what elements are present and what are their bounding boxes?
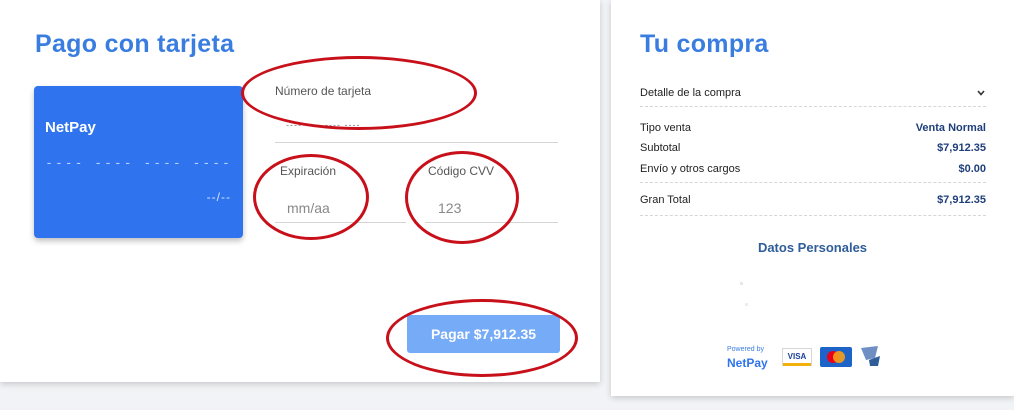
divider bbox=[640, 215, 986, 216]
card-number-input[interactable]: ---- ---- ---- ---- bbox=[286, 120, 360, 130]
chevron-down-icon[interactable] bbox=[976, 88, 986, 98]
row-sale-type: Tipo venta Venta Normal bbox=[640, 122, 986, 134]
expiry-input[interactable]: mm/aa bbox=[287, 200, 330, 216]
credit-card-preview: NetPay ---- ---- ---- ---- --/-- bbox=[34, 86, 243, 238]
expiry-underline bbox=[275, 222, 406, 223]
personal-data-title: Datos Personales bbox=[757, 240, 868, 255]
card-number-label: Número de tarjeta bbox=[275, 84, 372, 98]
faint-mark bbox=[740, 282, 743, 285]
card-number-underline bbox=[275, 142, 558, 143]
card-brand: NetPay bbox=[45, 119, 96, 136]
row-value: $7,912.35 bbox=[937, 194, 986, 206]
pci-logo bbox=[861, 346, 880, 366]
faint-mark bbox=[745, 303, 748, 306]
summary-title: Tu compra bbox=[640, 30, 769, 58]
row-subtotal: Subtotal $7,912.35 bbox=[640, 142, 986, 154]
payment-title: Pago con tarjeta bbox=[35, 30, 235, 58]
purchase-detail-toggle[interactable]: Detalle de la compra bbox=[640, 87, 986, 99]
divider bbox=[640, 106, 986, 107]
row-label: Envío y otros cargos bbox=[640, 163, 741, 175]
row-label: Gran Total bbox=[640, 194, 691, 206]
row-value: $7,912.35 bbox=[937, 142, 986, 154]
powered-by-text: Powered by bbox=[727, 346, 764, 353]
cvv-label: Código CVV bbox=[428, 164, 495, 178]
divider bbox=[640, 182, 986, 183]
card-number-preview: ---- ---- ---- ---- bbox=[45, 156, 232, 171]
visa-logo: VISA bbox=[782, 348, 812, 366]
card-expiry-preview: --/-- bbox=[206, 190, 231, 204]
expiry-label: Expiración bbox=[280, 164, 337, 178]
row-shipping: Envío y otros cargos $0.00 bbox=[640, 163, 986, 175]
row-label: Subtotal bbox=[640, 142, 681, 154]
row-value: Venta Normal bbox=[915, 122, 986, 134]
cvv-underline bbox=[425, 222, 558, 223]
purchase-detail-label: Detalle de la compra bbox=[640, 87, 741, 99]
mastercard-logo bbox=[820, 347, 852, 367]
row-value: $0.00 bbox=[958, 163, 986, 175]
cvv-input[interactable]: 123 bbox=[438, 200, 461, 216]
netpay-logo: NetPay bbox=[727, 356, 768, 370]
pay-button[interactable]: Pagar $7,912.35 bbox=[407, 315, 560, 353]
row-label: Tipo venta bbox=[640, 122, 691, 134]
row-grand-total: Gran Total $7,912.35 bbox=[640, 194, 986, 206]
